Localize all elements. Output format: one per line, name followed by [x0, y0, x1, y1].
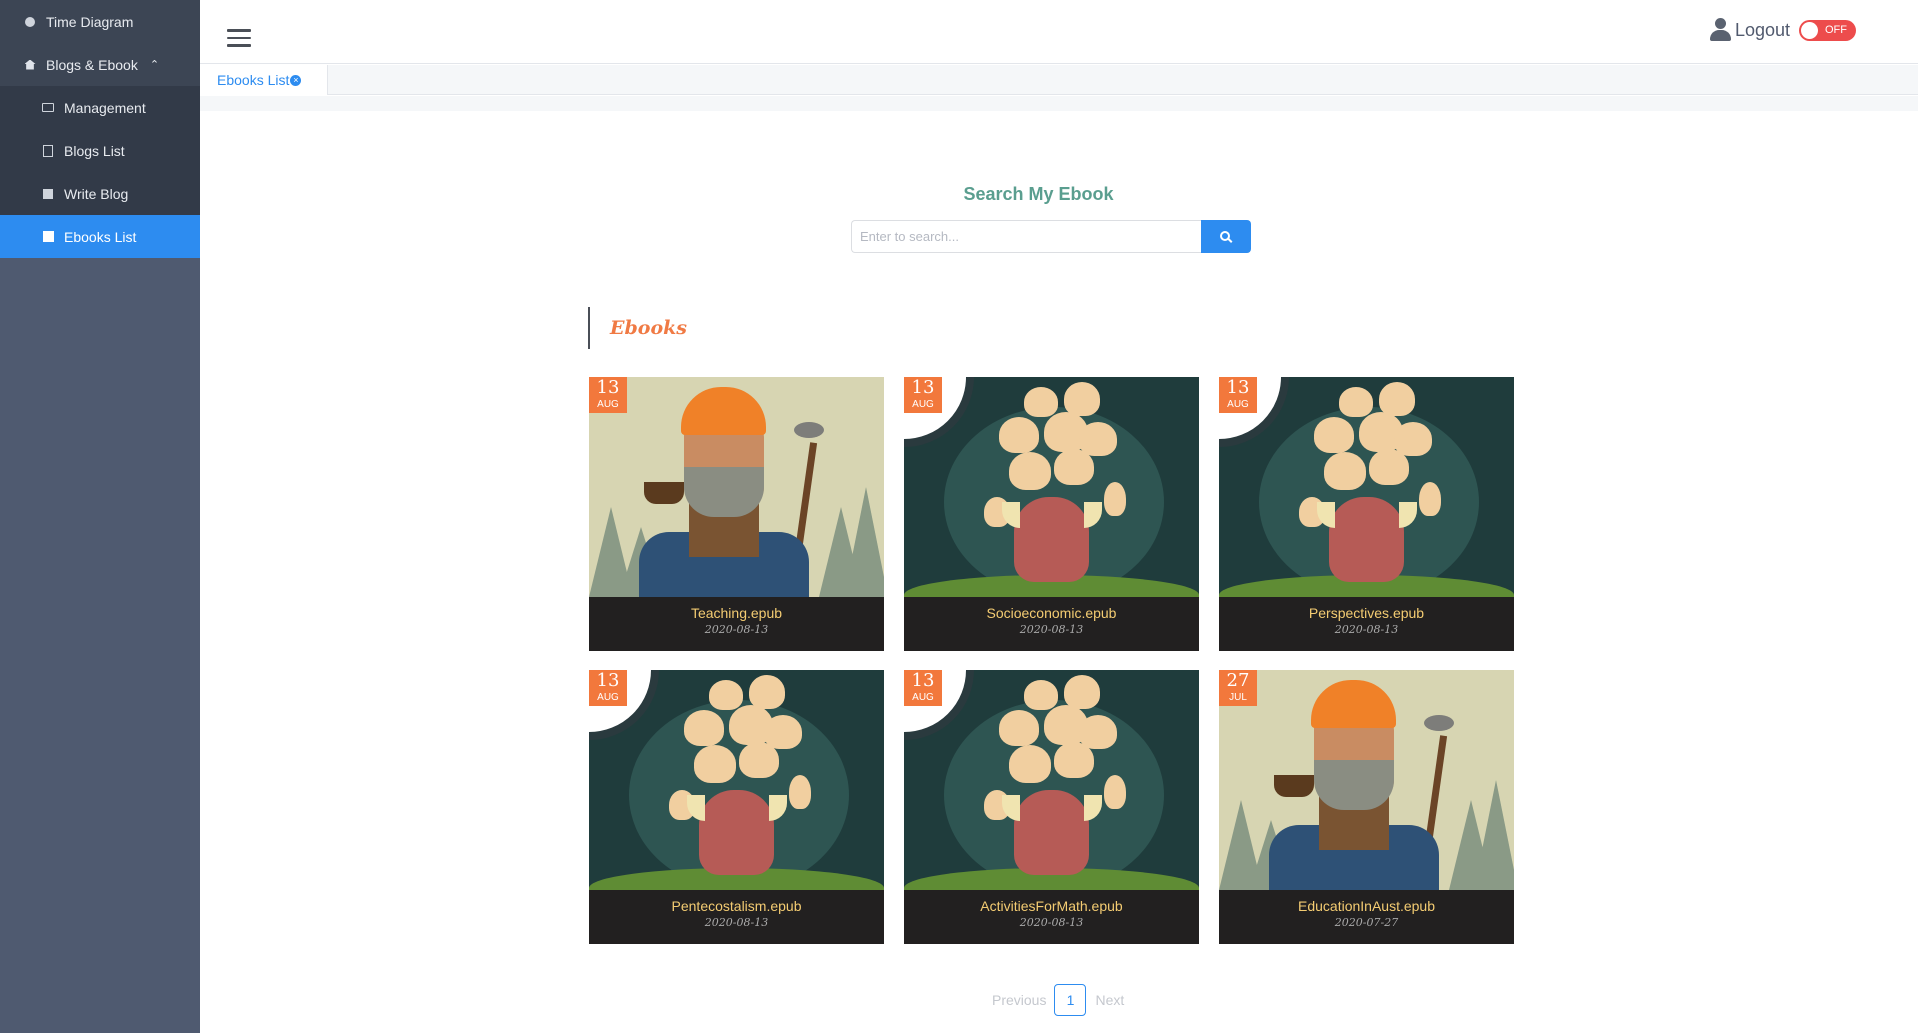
main-content: Search My Ebook Ebooks 13AUGTeaching.epu…	[200, 111, 1918, 1033]
ebook-caption: EducationInAust.epub 2020-07-27	[1219, 890, 1514, 944]
user-icon	[1709, 18, 1731, 42]
ebook-cover-image	[1219, 670, 1514, 890]
date-badge-month: AUG	[597, 399, 619, 410]
ebook-date: 2020-08-13	[704, 623, 769, 636]
section-title: Ebooks	[588, 307, 687, 349]
pagination-next[interactable]: Next	[1095, 992, 1124, 1008]
logout-button[interactable]: Logout	[1735, 20, 1790, 41]
date-badge-day: 13	[1226, 377, 1250, 398]
ebook-cover-image	[589, 670, 884, 890]
folder-icon	[42, 102, 54, 114]
ebook-date: 2020-08-13	[1019, 623, 1084, 636]
edit-icon	[42, 188, 54, 200]
sidebar-item-label: Blogs List	[64, 142, 125, 159]
ebook-date: 2020-08-13	[1334, 623, 1399, 636]
sidebar: Time Diagram Blogs & Ebook ⌃ Management …	[0, 0, 200, 1033]
ebook-name[interactable]: Perspectives.epub	[1219, 605, 1514, 621]
date-badge-month: AUG	[597, 692, 619, 703]
ebook-name[interactable]: ActivitiesForMath.epub	[904, 898, 1199, 914]
ebook-name[interactable]: EducationInAust.epub	[1219, 898, 1514, 914]
ebook-card[interactable]: 13 AUG ActivitiesForMath.epub 2020-08-13	[904, 670, 1199, 944]
date-badge: 13 AUG	[589, 377, 627, 413]
sidebar-item-write-blog[interactable]: Write Blog	[0, 172, 200, 215]
ebook-name[interactable]: Pentecostalism.epub	[589, 898, 884, 914]
ebook-cover-image	[904, 670, 1199, 890]
sidebar-item-blogs-ebook[interactable]: Blogs & Ebook ⌃	[0, 43, 200, 86]
list-icon	[42, 144, 54, 157]
clock-icon	[24, 16, 36, 28]
date-badge-month: AUG	[912, 399, 934, 410]
date-badge-month: JUL	[1229, 692, 1247, 703]
sidebar-item-management[interactable]: Management	[0, 86, 200, 129]
date-badge-day: 13	[911, 670, 935, 691]
date-badge-month: AUG	[912, 692, 934, 703]
ebook-cover-image	[904, 377, 1199, 597]
date-badge-day: 27	[1226, 670, 1250, 691]
menu-toggle-icon[interactable]	[227, 29, 251, 47]
ebook-card[interactable]: 13 AUG Pentecostalism.epub 2020-08-13	[589, 670, 884, 944]
pagination: Previous 1 Next	[992, 984, 1124, 1016]
date-badge-day: 13	[596, 670, 620, 691]
date-badge: 13 AUG	[904, 670, 942, 706]
date-badge-day: 13	[596, 377, 620, 398]
sidebar-item-time-diagram[interactable]: Time Diagram	[0, 0, 200, 43]
user-area: Logout OFF	[1709, 18, 1856, 42]
sidebar-item-label: Blogs & Ebook	[46, 56, 138, 73]
ebook-caption: ActivitiesForMath.epub 2020-08-13	[904, 890, 1199, 944]
ebook-name[interactable]: Socioeconomic.epub	[904, 605, 1199, 621]
mode-toggle[interactable]: OFF	[1799, 19, 1856, 41]
tab-bar: Ebooks List ×	[200, 65, 1918, 95]
date-badge: 13 AUG	[1219, 377, 1257, 413]
ebook-card[interactable]: 13 AUG Socioeconomic.epub 2020-08-13	[904, 377, 1199, 651]
ebook-name[interactable]: Teaching.epub	[589, 605, 884, 621]
ebook-date: 2020-08-13	[1019, 916, 1084, 929]
section-title-text: Ebooks	[610, 317, 687, 339]
ebook-cover-image	[1219, 377, 1514, 597]
ebook-card[interactable]: 13 AUG Perspectives.epub 2020-08-13	[1219, 377, 1514, 651]
chevron-up-icon: ⌃	[149, 59, 160, 71]
ebook-caption: Teaching.epub 2020-08-13	[589, 597, 884, 651]
search-title: Search My Ebook	[963, 184, 1114, 204]
sidebar-item-label: Write Blog	[64, 185, 129, 202]
content-gap	[200, 96, 1918, 111]
date-badge: 13 AUG	[589, 670, 627, 706]
date-badge-month: AUG	[1227, 399, 1249, 410]
sidebar-item-ebooks-list[interactable]: Ebooks List	[0, 215, 200, 258]
sidebar-item-label: Management	[64, 99, 146, 116]
close-icon[interactable]: ×	[290, 74, 302, 86]
toggle-label: OFF	[1825, 23, 1847, 36]
pagination-page[interactable]: 1	[1054, 984, 1087, 1016]
ebook-card[interactable]: 13 AUG Teaching.epub 2020-08-13	[589, 377, 884, 651]
sidebar-item-label: Ebooks List	[64, 228, 137, 245]
search-input[interactable]	[851, 220, 1201, 253]
ebook-caption: Perspectives.epub 2020-08-13	[1219, 597, 1514, 651]
top-header: Logout OFF	[200, 0, 1918, 64]
date-badge: 27 JUL	[1219, 670, 1257, 706]
book-icon	[42, 231, 54, 243]
date-badge-day: 13	[911, 377, 935, 398]
sidebar-item-blogs-list[interactable]: Blogs List	[0, 129, 200, 172]
tab-ebooks-list[interactable]: Ebooks List ×	[200, 65, 328, 95]
search-box	[851, 220, 1251, 253]
ebook-caption: Pentecostalism.epub 2020-08-13	[589, 890, 884, 944]
ebook-caption: Socioeconomic.epub 2020-08-13	[904, 597, 1199, 651]
sidebar-item-label: Time Diagram	[46, 13, 134, 30]
sidebar-group: Time Diagram Blogs & Ebook ⌃	[0, 0, 200, 86]
date-badge: 13 AUG	[904, 377, 942, 413]
ebook-date: 2020-07-27	[1334, 916, 1399, 929]
ebook-date: 2020-08-13	[704, 916, 769, 929]
ebook-cover-image	[589, 377, 884, 597]
tab-label: Ebooks List	[217, 72, 290, 88]
ebook-card[interactable]: 27 JUL EducationInAust.epub 2020-07-27	[1219, 670, 1514, 944]
home-icon	[24, 59, 36, 71]
search-icon	[1220, 230, 1230, 241]
search-button[interactable]	[1201, 220, 1251, 253]
pagination-previous[interactable]: Previous	[992, 992, 1046, 1008]
